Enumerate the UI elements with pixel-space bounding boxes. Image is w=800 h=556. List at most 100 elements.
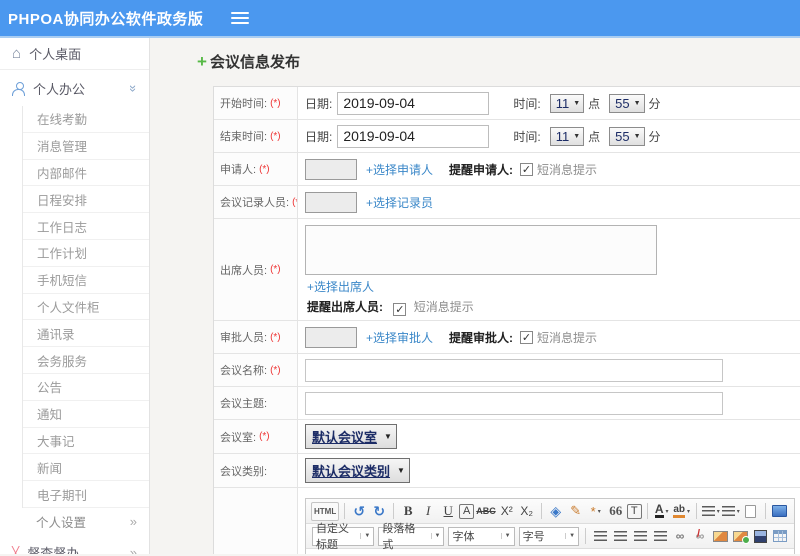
sidebar-item-personal-settings[interactable]: 个人设置 » [0, 508, 149, 535]
paragraph-format-select[interactable]: 段落格式 ▼ [378, 523, 445, 551]
sidebar-item-memorabilia[interactable]: 大事记 [23, 428, 149, 455]
superscript-icon[interactable]: X² [498, 502, 516, 521]
sidebar-item-conference-service[interactable]: 会务服务 [23, 347, 149, 374]
remove-link-icon[interactable]: ∞ [691, 527, 709, 546]
image-icon[interactable] [711, 527, 729, 546]
start-minute-select[interactable]: 55 ▼ [609, 93, 645, 113]
sidebar-item-desktop[interactable]: ⌂ 个人桌面 [0, 38, 149, 70]
html-source-button[interactable]: HTML [311, 501, 340, 521]
sms-remind-checkbox[interactable]: ✓ [393, 303, 407, 316]
sidebar-item-online-attendance[interactable]: 在线考勤 [23, 106, 149, 133]
sms-remind-checkbox[interactable]: ✓ [520, 162, 534, 176]
new-page-icon[interactable] [742, 502, 760, 521]
chevron-down-icon: ▼ [500, 533, 511, 539]
insert-link-icon[interactable]: ∞ [671, 527, 689, 546]
align-right-icon[interactable] [631, 527, 649, 546]
meeting-name-input[interactable] [305, 358, 723, 382]
sidebar-item-schedule[interactable]: 日程安排 [23, 186, 149, 214]
format-painter-icon[interactable]: * ▾ [587, 502, 605, 521]
sidebar-section-personal-office[interactable]: 个人办公 » [0, 70, 149, 106]
sidebar-item-sms[interactable]: 手机短信 [23, 267, 149, 294]
fullscreen-icon[interactable] [771, 502, 789, 521]
editor-content-area[interactable] [306, 549, 794, 554]
chevron-down-icon: ▾ [687, 508, 691, 515]
subscript-icon[interactable]: X₂ [518, 502, 536, 521]
eraser-icon[interactable]: ◈ [547, 502, 565, 521]
applicant-label: 申请人: [220, 164, 257, 176]
highlight-color-icon[interactable]: ab ▾ [673, 502, 691, 521]
page-title: + 会议信息发布 [197, 52, 300, 71]
row-start-time: 开始时间:(*) 日期: 时间: 11▼ 点 55▼ 分 [214, 87, 800, 120]
end-date-input[interactable] [337, 124, 490, 148]
start-hour-select[interactable]: 11 ▼ [549, 93, 585, 113]
hamburger-menu-icon[interactable] [231, 9, 250, 27]
chevron-down-icon: ▾ [716, 508, 720, 515]
sidebar: ⌂ 个人桌面 个人办公 » 在线考勤 消息管理 内部邮件 日程安排 工作日志 工… [0, 38, 150, 554]
font-color-icon[interactable]: A ▾ [653, 502, 671, 521]
table-icon[interactable] [771, 527, 789, 546]
blockquote-icon[interactable]: 66 [607, 502, 625, 521]
media-icon[interactable] [751, 527, 769, 546]
meeting-subject-input[interactable] [305, 391, 723, 415]
italic-icon[interactable]: I [419, 502, 437, 521]
chevron-down-icon: ▼ [384, 432, 392, 441]
strikethrough-icon[interactable]: ABC [476, 502, 496, 521]
row-end-time: 结束时间:(*) 日期: 时间: 11▼ 点 55▼ 分 [214, 120, 800, 153]
sidebar-item-notice[interactable]: 通知 [23, 401, 149, 428]
sidebar-item-personal-cabinet[interactable]: 个人文件柜 [23, 294, 149, 321]
chevron-down-icon: ▼ [633, 99, 641, 107]
paste-text-icon[interactable]: T [626, 503, 642, 519]
select-recorder-link[interactable]: +选择记录员 [366, 194, 433, 211]
approver-label: 审批人员: [220, 332, 268, 344]
row-meeting-room: 会议室: (*) 默认会议室 ▼ [214, 420, 800, 454]
chevron-down-icon: ▾ [736, 508, 740, 515]
font-size-select[interactable]: 字号 ▼ [518, 526, 580, 546]
undo-icon[interactable]: ↺ [350, 502, 368, 521]
main-content: + 会议信息发布 开始时间:(*) 日期: 时间: 11▼ 点 55▼ 分 [150, 38, 800, 554]
font-family-select[interactable]: 字体 ▼ [448, 526, 515, 546]
required-mark: (*) [270, 130, 281, 142]
sidebar-section-label: 个人办公 [33, 81, 86, 97]
font-style-icon[interactable]: A [459, 503, 475, 519]
sms-remind-label: 短消息提示 [537, 330, 598, 345]
chevron-down-icon: ▾ [597, 508, 601, 515]
sidebar-item-contacts[interactable]: 通讯录 [23, 320, 149, 348]
sms-remind-checkbox[interactable]: ✓ [520, 330, 534, 344]
insert-image-icon[interactable] [731, 527, 750, 546]
chevron-down-icon: ▼ [430, 533, 440, 539]
attendees-textarea[interactable] [305, 225, 657, 275]
unordered-list-icon[interactable]: ▾ [721, 502, 740, 521]
recorder-input[interactable] [305, 191, 357, 213]
align-left-icon[interactable] [591, 527, 609, 546]
sidebar-item-work-plan[interactable]: 工作计划 [23, 240, 149, 267]
approver-input[interactable] [305, 326, 357, 348]
align-center-icon[interactable] [611, 527, 629, 546]
sidebar-item-internal-mail[interactable]: 内部邮件 [23, 160, 149, 187]
brush-icon[interactable]: ✎ [567, 502, 585, 521]
custom-title-select[interactable]: 自定义标题 ▼ [312, 523, 375, 551]
applicant-input[interactable] [305, 158, 357, 180]
sidebar-item-announcement[interactable]: 公告 [23, 374, 149, 401]
meeting-room-select[interactable]: 默认会议室 ▼ [305, 424, 397, 449]
end-hour-select[interactable]: 11 ▼ [549, 126, 585, 146]
sidebar-item-news[interactable]: 新闻 [23, 454, 149, 482]
sidebar-item-e-journal[interactable]: 电子期刊 [23, 481, 149, 508]
select-approver-link[interactable]: +选择审批人 [366, 329, 433, 346]
chevron-down-icon: ▼ [565, 533, 575, 539]
meeting-category-select[interactable]: 默认会议类别 ▼ [305, 458, 410, 483]
sidebar-section-supervision[interactable]: ╳ 督查督办 » [0, 535, 149, 554]
hour-unit: 点 [588, 96, 601, 111]
redo-icon[interactable]: ↻ [370, 502, 388, 521]
justify-icon[interactable] [651, 527, 669, 546]
sidebar-item-work-log[interactable]: 工作日志 [23, 213, 149, 240]
select-applicant-link[interactable]: +选择申请人 [366, 161, 433, 178]
start-date-input[interactable] [337, 91, 490, 115]
select-attendees-link[interactable]: +选择出席人 [307, 278, 374, 295]
sidebar-item-message-management[interactable]: 消息管理 [23, 133, 149, 160]
underline-icon[interactable]: U [439, 502, 457, 521]
end-minute-select[interactable]: 55 ▼ [609, 126, 645, 146]
ordered-list-icon[interactable]: ▾ [701, 502, 720, 521]
time-label: 时间: [513, 96, 541, 111]
bold-icon[interactable]: B [399, 502, 417, 521]
remind-attendees-label: 提醒出席人员: [307, 300, 383, 314]
